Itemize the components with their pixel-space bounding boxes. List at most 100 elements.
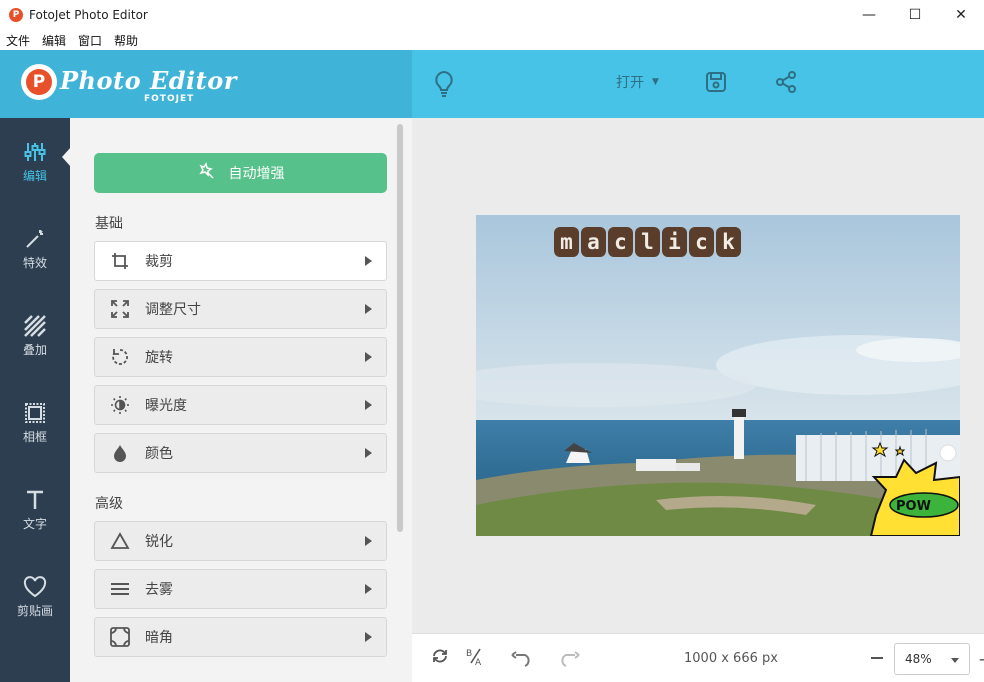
- arrow-right-icon: [365, 584, 372, 594]
- photo-canvas[interactable]: POW: [476, 215, 960, 536]
- zoom-select[interactable]: 48%: [894, 643, 970, 675]
- tool-crop[interactable]: 裁剪: [94, 241, 387, 281]
- nav-effects[interactable]: 特效: [0, 213, 70, 283]
- tool-dehaze[interactable]: 去雾: [94, 569, 387, 609]
- menu-bar: 文件 编辑 窗口 帮助: [0, 30, 984, 50]
- window-title: FotoJet Photo Editor: [29, 8, 148, 22]
- redo-icon[interactable]: [558, 648, 580, 670]
- logo-icon: P: [21, 64, 57, 100]
- exposure-icon: [95, 395, 145, 415]
- advanced-section-label: 高级: [95, 496, 123, 512]
- logo-text: Photo Editor: [60, 66, 237, 95]
- minimize-button[interactable]: —: [846, 0, 892, 30]
- tool-label: 去雾: [145, 582, 173, 598]
- nav-overlay[interactable]: 叠加: [0, 300, 70, 370]
- watermark-letter: i: [662, 227, 687, 257]
- nav-label: 特效: [22, 255, 47, 270]
- arrow-right-icon: [365, 256, 372, 266]
- header-logo-area: P Photo Editor FOTOJET: [0, 50, 412, 118]
- hatch-icon: [24, 313, 46, 339]
- droplet-icon: [95, 444, 145, 462]
- svg-text:B: B: [466, 649, 472, 659]
- tool-label: 旋转: [145, 350, 173, 366]
- tool-label: 暗角: [145, 630, 173, 646]
- chevron-down-icon: [951, 658, 959, 663]
- auto-enhance-button[interactable]: 自动增强: [94, 153, 387, 193]
- tool-label: 曝光度: [145, 398, 187, 414]
- watermark-letter: m: [554, 227, 579, 257]
- undo-icon[interactable]: [511, 648, 533, 670]
- arrow-right-icon: [365, 352, 372, 362]
- zoom-value: 48%: [905, 652, 932, 666]
- nav-label: 叠加: [22, 342, 47, 357]
- zoom-out-button[interactable]: [871, 657, 883, 659]
- image-dimensions: 1000 x 666 px: [684, 651, 778, 666]
- arrow-right-icon: [365, 304, 372, 314]
- svg-text:A: A: [475, 658, 482, 666]
- tool-label: 裁剪: [145, 254, 173, 270]
- magic-wand-icon: [23, 226, 47, 252]
- lightbulb-icon[interactable]: [428, 68, 460, 100]
- title-bar: P FotoJet Photo Editor — ☐ ✕: [0, 0, 984, 30]
- crop-icon: [95, 252, 145, 270]
- left-nav: 编辑 特效 叠加 相框 文字 剪贴画: [0, 118, 70, 682]
- arrow-right-icon: [365, 536, 372, 546]
- menu-edit[interactable]: 编辑: [42, 32, 66, 49]
- resize-icon: [95, 300, 145, 318]
- tool-exposure[interactable]: 曝光度: [94, 385, 387, 425]
- text-icon: [24, 487, 46, 513]
- nav-label: 文字: [22, 516, 47, 531]
- maximize-button[interactable]: ☐: [892, 0, 938, 30]
- menu-window[interactable]: 窗口: [78, 32, 102, 49]
- menu-file[interactable]: 文件: [6, 32, 30, 49]
- nav-text[interactable]: 文字: [0, 474, 70, 544]
- nav-label: 剪贴画: [16, 603, 53, 618]
- tool-label: 颜色: [145, 446, 173, 462]
- tool-label: 锐化: [145, 534, 173, 550]
- rotate-icon: [95, 348, 145, 366]
- close-button[interactable]: ✕: [938, 0, 984, 30]
- chevron-down-icon: ▼: [652, 77, 659, 87]
- triangle-icon: [95, 532, 145, 550]
- watermark-letter: l: [635, 227, 660, 257]
- watermark-letter: a: [581, 227, 606, 257]
- watermark-letter: c: [608, 227, 633, 257]
- tool-vignette[interactable]: 暗角: [94, 617, 387, 657]
- open-label: 打开: [616, 75, 644, 91]
- open-dropdown[interactable]: 打开 ▼: [616, 72, 659, 92]
- tool-label: 调整尺寸: [145, 302, 201, 318]
- magic-wand-icon: [197, 162, 215, 184]
- nav-active-pointer: [62, 147, 71, 167]
- watermark-letter: c: [689, 227, 714, 257]
- panel-scrollbar[interactable]: [397, 124, 403, 532]
- watermark-letter: k: [716, 227, 741, 257]
- basic-section-label: 基础: [95, 216, 123, 232]
- tool-color[interactable]: 颜色: [94, 433, 387, 473]
- logo-subtext: FOTOJET: [144, 94, 195, 104]
- tool-resize[interactable]: 调整尺寸: [94, 289, 387, 329]
- save-icon[interactable]: [700, 66, 732, 98]
- auto-enhance-label: 自动增强: [228, 166, 285, 182]
- lines-icon: [95, 582, 145, 596]
- tool-rotate[interactable]: 旋转: [94, 337, 387, 377]
- nav-label: 相框: [22, 429, 47, 444]
- nav-frame[interactable]: 相框: [0, 387, 70, 457]
- menu-help[interactable]: 帮助: [114, 32, 138, 49]
- nav-clipart[interactable]: 剪贴画: [0, 561, 70, 631]
- heart-icon: [23, 574, 47, 600]
- arrow-right-icon: [365, 632, 372, 642]
- share-icon[interactable]: [770, 66, 802, 98]
- vignette-icon: [95, 627, 145, 647]
- nav-edit[interactable]: 编辑: [0, 126, 70, 196]
- zoom-in-button[interactable]: +: [978, 650, 984, 669]
- arrow-right-icon: [365, 448, 372, 458]
- tool-sharpen[interactable]: 锐化: [94, 521, 387, 561]
- svg-text:POW: POW: [896, 499, 931, 514]
- header-toolbar: [412, 50, 984, 118]
- flip-icon[interactable]: [429, 645, 451, 667]
- watermark-text: m a c l i c k: [554, 227, 741, 257]
- app-icon: P: [9, 8, 23, 22]
- arrow-right-icon: [365, 400, 372, 410]
- frame-icon: [24, 400, 46, 426]
- compare-icon[interactable]: B A: [464, 645, 486, 667]
